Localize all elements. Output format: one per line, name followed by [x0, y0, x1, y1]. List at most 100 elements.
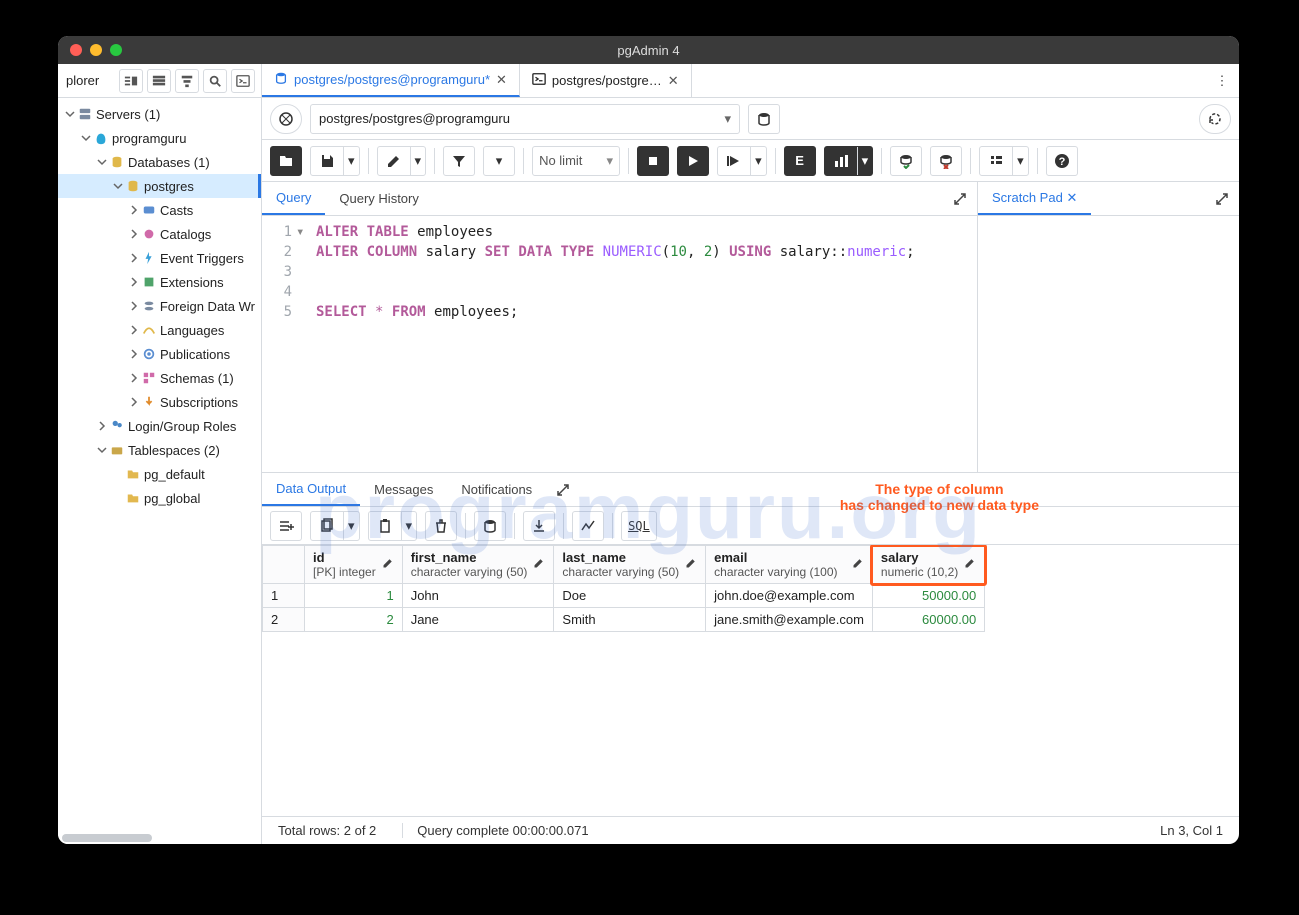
column-header[interactable]: first_namecharacter varying (50) — [402, 546, 554, 584]
stop-button[interactable] — [637, 146, 669, 176]
explain-button[interactable]: ▾ — [717, 146, 767, 176]
column-header[interactable]: salarynumeric (10,2) — [872, 546, 984, 584]
macros-button[interactable]: ▾ — [979, 146, 1029, 176]
connection-select[interactable]: postgres/postgres@programguru ▾ — [310, 104, 740, 134]
tab-data-output[interactable]: Data Output — [262, 473, 360, 506]
tree-node[interactable]: Subscriptions — [58, 390, 261, 414]
caret-icon[interactable] — [96, 445, 108, 455]
paste-button[interactable]: ▾ — [368, 511, 418, 541]
scratch-pad-body[interactable] — [978, 216, 1239, 472]
save-button[interactable]: ▾ — [310, 146, 360, 176]
row-number-header[interactable] — [263, 546, 305, 584]
tab-messages[interactable]: Messages — [360, 473, 447, 506]
copy-button[interactable]: ▾ — [310, 511, 360, 541]
caret-icon[interactable] — [96, 421, 108, 431]
tree-node[interactable]: Foreign Data Wr — [58, 294, 261, 318]
tree-node[interactable]: Login/Group Roles — [58, 414, 261, 438]
filter-rows-icon[interactable] — [175, 69, 199, 93]
tree-node[interactable]: pg_default — [58, 462, 261, 486]
cell[interactable]: john.doe@example.com — [706, 584, 873, 608]
edit-button[interactable]: ▾ — [377, 146, 427, 176]
table-row[interactable]: 11JohnDoejohn.doe@example.com50000.00 — [263, 584, 985, 608]
expand-output-icon[interactable] — [546, 473, 580, 506]
column-header[interactable]: id[PK] integer — [305, 546, 403, 584]
expand-scratch-icon[interactable] — [1205, 182, 1239, 215]
caret-icon[interactable] — [128, 229, 140, 239]
caret-icon[interactable] — [128, 205, 140, 215]
execute-button[interactable] — [677, 146, 709, 176]
caret-icon[interactable] — [128, 373, 140, 383]
psql-icon[interactable] — [231, 69, 255, 93]
tab-query-history[interactable]: Query History — [325, 182, 432, 215]
tree-node[interactable]: programguru — [58, 126, 261, 150]
explain-E-button[interactable]: E — [784, 146, 816, 176]
column-header[interactable]: emailcharacter varying (100) — [706, 546, 873, 584]
chevron-down-icon[interactable]: ▾ — [401, 512, 417, 540]
graph-icon[interactable] — [572, 511, 604, 541]
tree-node[interactable]: postgres — [58, 174, 261, 198]
filter-dropdown[interactable]: ▾ — [483, 146, 515, 176]
server-database-icon[interactable] — [748, 104, 780, 134]
open-file-button[interactable] — [270, 146, 302, 176]
tab-query[interactable]: Query — [262, 182, 325, 215]
file-tab[interactable]: postgres/postgres@programguru*✕ — [262, 64, 520, 97]
commit-icon[interactable] — [890, 146, 922, 176]
reset-layout-icon[interactable] — [1199, 104, 1231, 134]
cell[interactable]: Smith — [554, 608, 706, 632]
file-tab[interactable]: postgres/postgre…✕ — [520, 64, 692, 97]
filter-icon[interactable] — [443, 146, 475, 176]
result-grid[interactable]: id[PK] integerfirst_namecharacter varyin… — [262, 545, 1239, 816]
row-number[interactable]: 2 — [263, 608, 305, 632]
tree-node[interactable]: Catalogs — [58, 222, 261, 246]
expand-editor-icon[interactable] — [943, 182, 977, 215]
chevron-down-icon[interactable]: ▾ — [343, 147, 359, 175]
explain-analyze-button[interactable]: ▾ — [824, 146, 874, 176]
close-icon[interactable]: ✕ — [496, 72, 507, 88]
caret-icon[interactable] — [80, 133, 92, 143]
search-icon[interactable] — [203, 69, 227, 93]
edit-icon[interactable] — [533, 557, 545, 572]
row-number[interactable]: 1 — [263, 584, 305, 608]
tree-node[interactable]: Tablespaces (2) — [58, 438, 261, 462]
rollback-icon[interactable] — [930, 146, 962, 176]
cell[interactable]: jane.smith@example.com — [706, 608, 873, 632]
tree-node[interactable]: Publications — [58, 342, 261, 366]
download-icon[interactable] — [523, 511, 555, 541]
tree-node[interactable]: Casts — [58, 198, 261, 222]
cell[interactable]: 1 — [305, 584, 403, 608]
sql-view-button[interactable]: SQL — [621, 511, 657, 541]
cell[interactable]: 2 — [305, 608, 403, 632]
caret-icon[interactable] — [128, 301, 140, 311]
cell[interactable]: 50000.00 — [872, 584, 984, 608]
edit-icon[interactable] — [852, 557, 864, 572]
edit-icon[interactable] — [382, 557, 394, 572]
help-button[interactable]: ? — [1046, 146, 1078, 176]
cell[interactable]: John — [402, 584, 554, 608]
query-tool-icon[interactable] — [119, 69, 143, 93]
tree-node[interactable]: Schemas (1) — [58, 366, 261, 390]
column-header[interactable]: last_namecharacter varying (50) — [554, 546, 706, 584]
edit-icon[interactable] — [685, 557, 697, 572]
chevron-down-icon[interactable]: ▾ — [343, 512, 359, 540]
chevron-down-icon[interactable]: ▾ — [750, 147, 766, 175]
close-icon[interactable]: ✕ — [1066, 190, 1077, 206]
more-icon[interactable]: ⋮ — [1205, 64, 1239, 97]
cell[interactable]: Doe — [554, 584, 706, 608]
caret-icon[interactable] — [96, 157, 108, 167]
table-row[interactable]: 22JaneSmithjane.smith@example.com60000.0… — [263, 608, 985, 632]
cell[interactable]: Jane — [402, 608, 554, 632]
close-icon[interactable]: ✕ — [668, 73, 679, 89]
tree-node[interactable]: pg_global — [58, 486, 261, 510]
delete-row-icon[interactable] — [425, 511, 457, 541]
caret-icon[interactable] — [128, 325, 140, 335]
chevron-down-icon[interactable]: ▾ — [1012, 147, 1028, 175]
save-data-icon[interactable] — [474, 511, 506, 541]
cell[interactable]: 60000.00 — [872, 608, 984, 632]
tree-node[interactable]: Databases (1) — [58, 150, 261, 174]
add-row-icon[interactable] — [270, 511, 302, 541]
tree-node[interactable]: Event Triggers — [58, 246, 261, 270]
tab-scratch-pad[interactable]: Scratch Pad ✕ — [978, 182, 1091, 215]
tree-node[interactable]: Extensions — [58, 270, 261, 294]
caret-icon[interactable] — [64, 109, 76, 119]
view-data-icon[interactable] — [147, 69, 171, 93]
